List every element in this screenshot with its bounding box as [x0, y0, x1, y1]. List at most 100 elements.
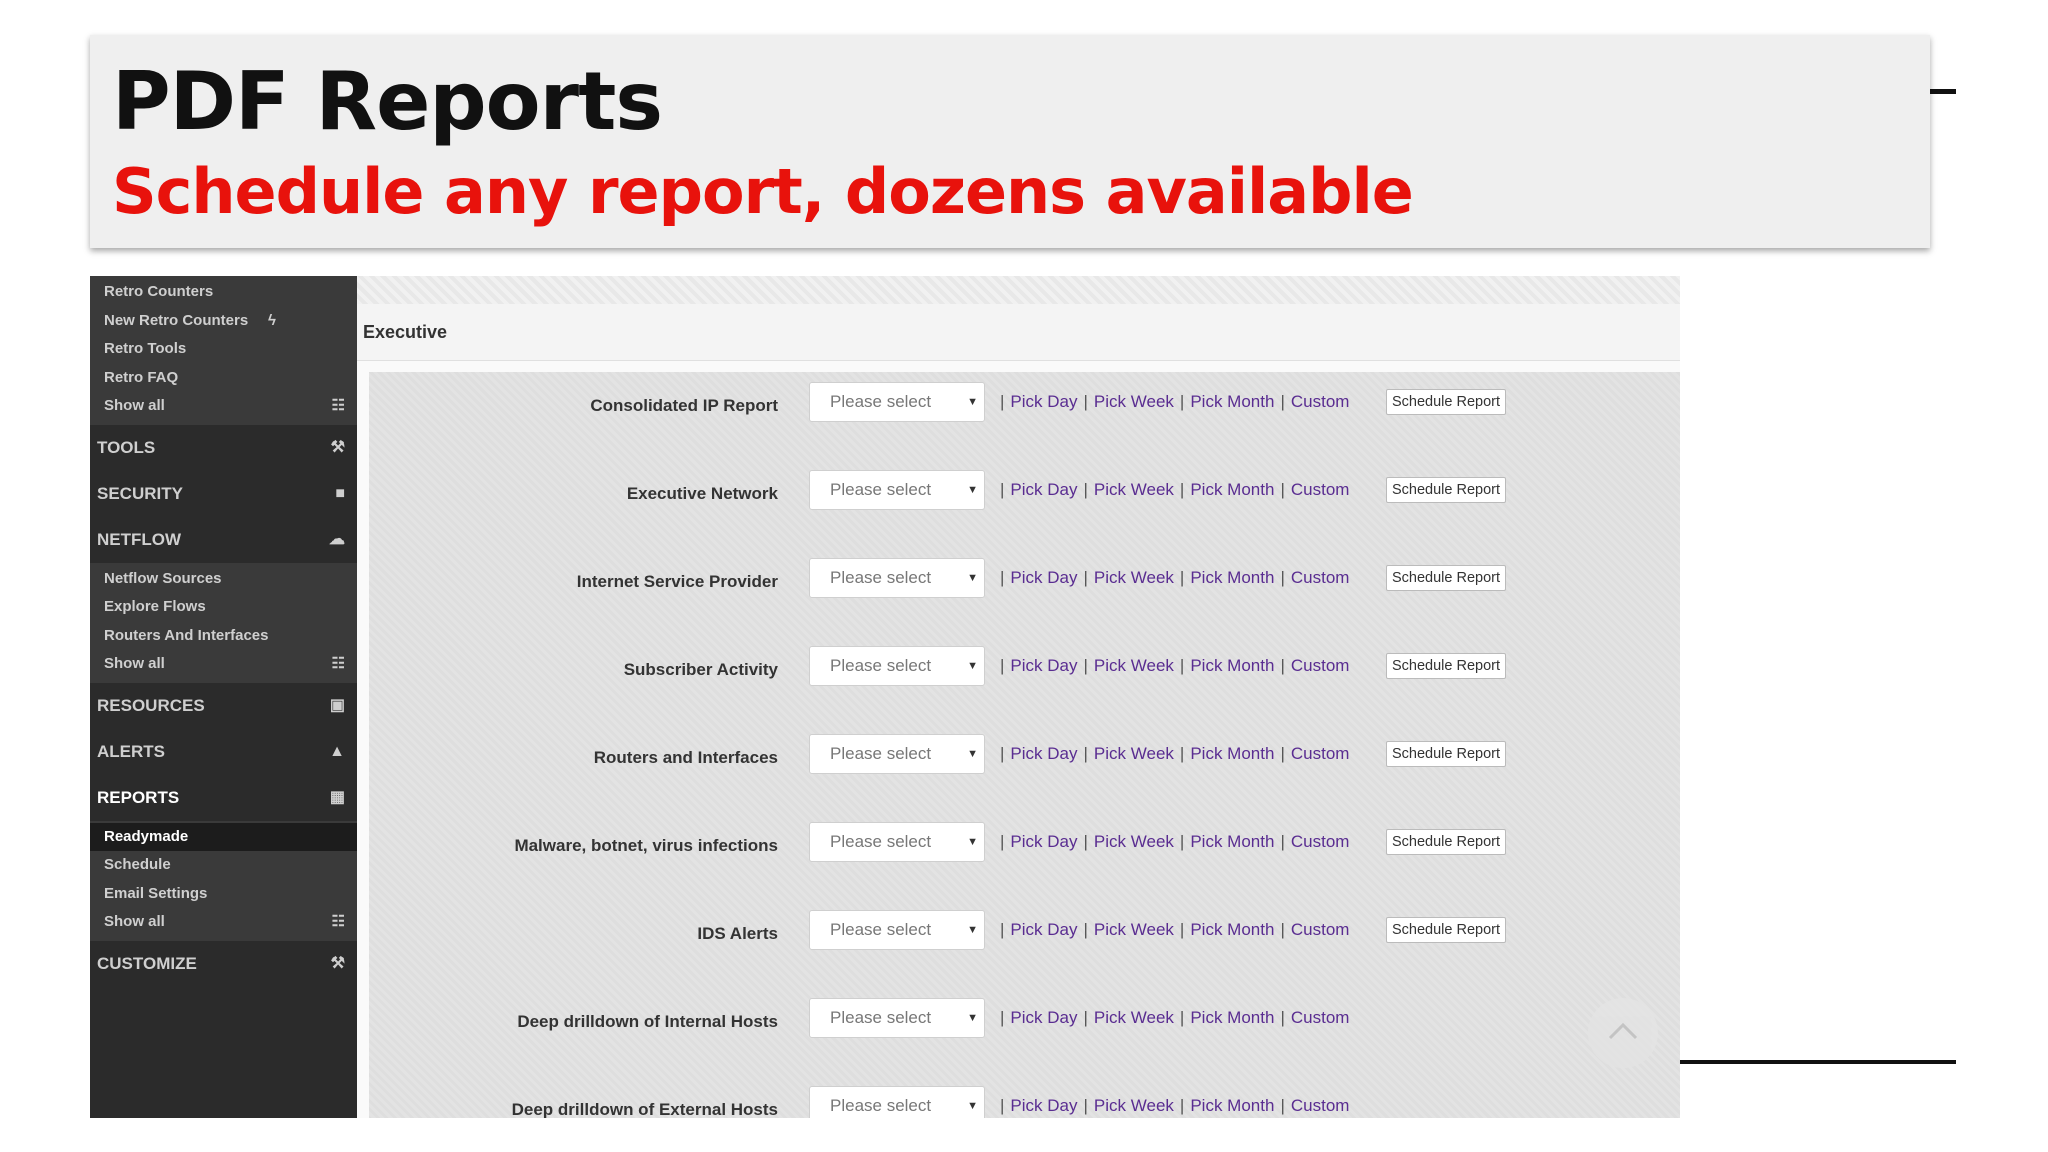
- calendar-icon: ▦: [329, 788, 345, 806]
- sidebar-item-retro-tools[interactable]: Retro Tools: [90, 335, 357, 364]
- sidebar-item-retro-counters[interactable]: Retro Counters: [90, 278, 357, 307]
- pick-day-link[interactable]: Pick Day: [1010, 480, 1077, 500]
- sidebar-item-netflow-sources[interactable]: Netflow Sources: [90, 565, 357, 594]
- decorative-line-bottom: [1680, 1060, 1956, 1064]
- sidebar-item-retro-faq[interactable]: Retro FAQ: [90, 364, 357, 393]
- schedule-report-button[interactable]: Schedule Report: [1386, 917, 1507, 943]
- pick-week-link[interactable]: Pick Week: [1094, 480, 1174, 500]
- select-placeholder: Please select: [830, 1008, 932, 1027]
- pick-month-link[interactable]: Pick Month: [1190, 832, 1274, 852]
- period-select[interactable]: Please select ▼: [809, 734, 985, 774]
- sidebar-item-routers-and-interfaces[interactable]: Routers And Interfaces: [90, 622, 357, 651]
- period-select[interactable]: Please select ▼: [809, 998, 985, 1038]
- sidebar-section-reports[interactable]: REPORTS ▦: [90, 775, 357, 821]
- period-select[interactable]: Please select ▼: [809, 382, 985, 422]
- pick-day-link[interactable]: Pick Day: [1010, 568, 1077, 588]
- pick-week-link[interactable]: Pick Week: [1094, 832, 1174, 852]
- sidebar-item-show-all[interactable]: Show all ☷: [90, 650, 357, 679]
- pick-month-link[interactable]: Pick Month: [1190, 656, 1274, 676]
- pick-custom-link[interactable]: Custom: [1291, 392, 1350, 412]
- sidebar-section-label: CUSTOMIZE: [97, 953, 197, 973]
- pick-custom-link[interactable]: Custom: [1291, 832, 1350, 852]
- sidebar-item-label: Show all: [104, 913, 165, 930]
- pick-custom-link[interactable]: Custom: [1291, 744, 1350, 764]
- link-separator: |: [1000, 656, 1005, 675]
- sidebar-section-security[interactable]: SECURITY ■: [90, 471, 357, 517]
- chevron-up-icon: [1608, 1022, 1638, 1040]
- sidebar-item-label: Retro Tools: [104, 340, 187, 357]
- pick-day-link[interactable]: Pick Day: [1010, 1008, 1077, 1028]
- pick-custom-link[interactable]: Custom: [1291, 1096, 1350, 1116]
- period-select[interactable]: Please select ▼: [809, 822, 985, 862]
- pick-month-link[interactable]: Pick Month: [1190, 392, 1274, 412]
- sidebar-item-new-retro-counters[interactable]: New Retro Counters ϟ: [90, 307, 357, 336]
- schedule-report-button[interactable]: Schedule Report: [1386, 653, 1507, 679]
- pick-custom-link[interactable]: Custom: [1291, 656, 1350, 676]
- pick-custom-link[interactable]: Custom: [1291, 1008, 1350, 1028]
- pick-day-link[interactable]: Pick Day: [1010, 656, 1077, 676]
- link-separator: |: [1000, 832, 1005, 851]
- pick-month-link[interactable]: Pick Month: [1190, 568, 1274, 588]
- scroll-to-top-button[interactable]: [1588, 998, 1658, 1068]
- pick-week-link[interactable]: Pick Week: [1094, 1008, 1174, 1028]
- period-select[interactable]: Please select ▼: [809, 558, 985, 598]
- select-placeholder: Please select: [830, 480, 932, 499]
- schedule-report-button[interactable]: Schedule Report: [1386, 389, 1507, 415]
- schedule-report-button[interactable]: Schedule Report: [1386, 741, 1507, 767]
- pick-day-link[interactable]: Pick Day: [1010, 920, 1077, 940]
- sidebar-item-label: Retro FAQ: [104, 368, 179, 386]
- pick-month-link[interactable]: Pick Month: [1190, 1008, 1274, 1028]
- sidebar-section-label: SECURITY: [97, 483, 183, 503]
- period-select[interactable]: Please select ▼: [809, 1086, 985, 1118]
- period-select[interactable]: Please select ▼: [809, 910, 985, 950]
- link-separator: |: [1179, 744, 1185, 763]
- pick-day-link[interactable]: Pick Day: [1010, 392, 1077, 412]
- select-placeholder: Please select: [830, 1096, 932, 1115]
- pick-week-link[interactable]: Pick Week: [1094, 656, 1174, 676]
- sidebar-section-customize[interactable]: CUSTOMIZE ⚒: [90, 941, 357, 987]
- caret-down-icon: ▼: [967, 1100, 978, 1112]
- sidebar-item-show-all[interactable]: Show all ☷: [90, 908, 357, 937]
- pick-day-link[interactable]: Pick Day: [1010, 832, 1077, 852]
- period-links: | Pick Day | Pick Week | Pick Month | Custom: [994, 656, 1349, 676]
- pick-custom-link[interactable]: Custom: [1291, 568, 1350, 588]
- pick-week-link[interactable]: Pick Week: [1094, 744, 1174, 764]
- schedule-report-button[interactable]: Schedule Report: [1386, 829, 1507, 855]
- period-select[interactable]: Please select ▼: [809, 646, 985, 686]
- period-links: | Pick Day | Pick Week | Pick Month | Custom: [994, 920, 1349, 940]
- report-row: Deep drilldown of External Hosts Please s…: [369, 1086, 1680, 1118]
- sidebar-item-schedule[interactable]: Schedule: [90, 851, 357, 880]
- sidebar-item-show-all[interactable]: Show all ☷: [90, 392, 357, 421]
- period-links: | Pick Day | Pick Week | Pick Month | Custom: [994, 832, 1349, 852]
- sidebar-item-email-settings[interactable]: Email Settings: [90, 880, 357, 909]
- period-links: | Pick Day | Pick Week | Pick Month | Custom: [994, 744, 1349, 764]
- pick-day-link[interactable]: Pick Day: [1010, 744, 1077, 764]
- pick-month-link[interactable]: Pick Month: [1190, 744, 1274, 764]
- pick-week-link[interactable]: Pick Week: [1094, 1096, 1174, 1116]
- pick-day-link[interactable]: Pick Day: [1010, 1096, 1077, 1116]
- sidebar-section-label: TOOLS: [97, 437, 156, 457]
- report-name: Deep drilldown of Internal Hosts: [517, 1012, 778, 1031]
- sidebar-item-explore-flows[interactable]: Explore Flows: [90, 593, 357, 622]
- pick-custom-link[interactable]: Custom: [1291, 920, 1350, 940]
- caret-down-icon: ▼: [967, 748, 978, 760]
- pick-custom-link[interactable]: Custom: [1291, 480, 1350, 500]
- pick-month-link[interactable]: Pick Month: [1190, 1096, 1274, 1116]
- pick-week-link[interactable]: Pick Week: [1094, 392, 1174, 412]
- pick-week-link[interactable]: Pick Week: [1094, 568, 1174, 588]
- sidebar-section-tools[interactable]: TOOLS ⚒: [90, 425, 357, 471]
- report-row: Malware, botnet, virus infections Please …: [369, 822, 1680, 872]
- pick-week-link[interactable]: Pick Week: [1094, 920, 1174, 940]
- period-select[interactable]: Please select ▼: [809, 470, 985, 510]
- sidebar-item-readymade[interactable]: Readymade: [90, 822, 357, 851]
- link-separator: |: [1280, 480, 1285, 499]
- schedule-report-button[interactable]: Schedule Report: [1386, 477, 1507, 503]
- sidebar-section-netflow[interactable]: NETFLOW ☁: [90, 517, 357, 563]
- sidebar-section-label: RESOURCES: [97, 695, 205, 715]
- schedule-report-button[interactable]: Schedule Report: [1386, 565, 1507, 591]
- sidebar-section-resources[interactable]: RESOURCES ▣: [90, 683, 357, 729]
- pick-month-link[interactable]: Pick Month: [1190, 480, 1274, 500]
- sidebar-section-alerts[interactable]: ALERTS ▲: [90, 729, 357, 775]
- main-content: Executive Consolidated IP Report Please s…: [357, 276, 1680, 1118]
- pick-month-link[interactable]: Pick Month: [1190, 920, 1274, 940]
